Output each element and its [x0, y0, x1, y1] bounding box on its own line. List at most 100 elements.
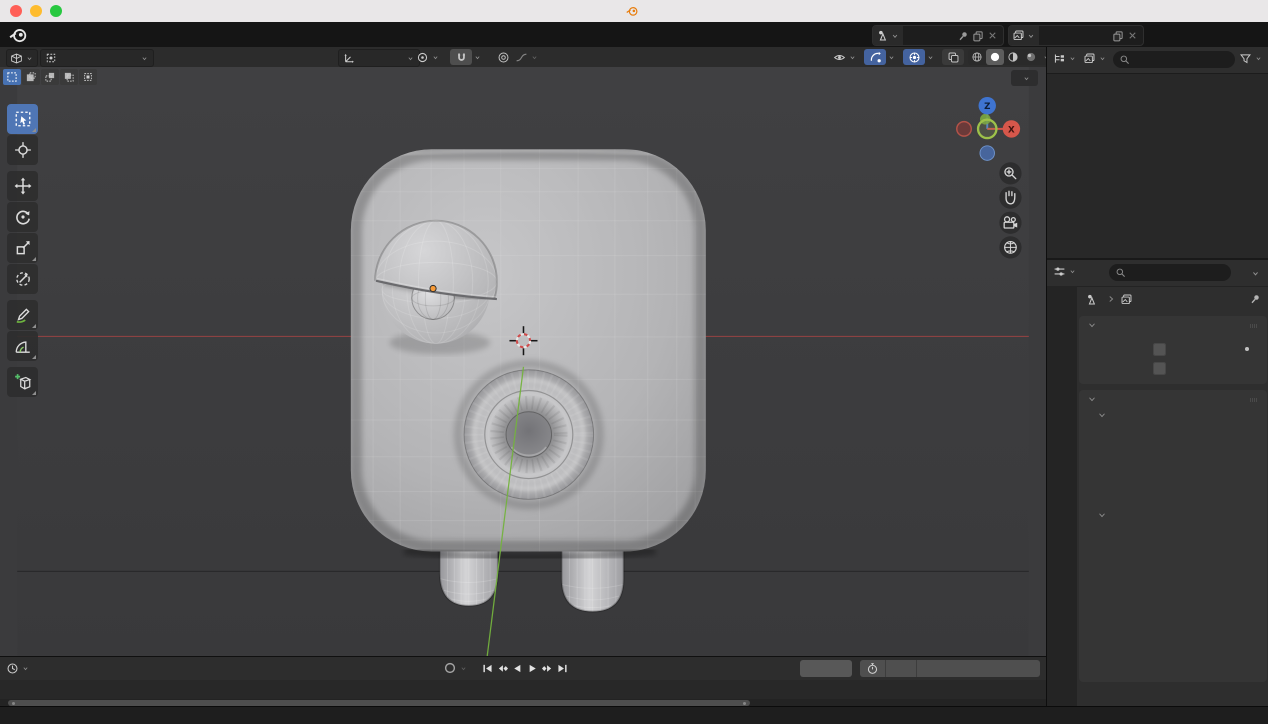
- show-gizmo-dropdown[interactable]: [833, 49, 861, 65]
- select-mode-new[interactable]: [3, 69, 21, 85]
- view-layer-selector[interactable]: [1008, 25, 1144, 46]
- tool-move[interactable]: [7, 171, 38, 201]
- tool-rotate[interactable]: [7, 202, 38, 232]
- chevron-down-icon: [1068, 54, 1077, 63]
- new-view-layer-icon[interactable]: [1112, 30, 1124, 42]
- animate-dot[interactable]: [1245, 347, 1249, 351]
- checkbox[interactable]: [1153, 343, 1166, 356]
- outliner-filter-button[interactable]: [1239, 52, 1263, 65]
- view-layer-panel-header[interactable]: [1079, 316, 1267, 334]
- new-scene-icon[interactable]: [972, 30, 984, 42]
- outliner-search[interactable]: [1113, 51, 1235, 68]
- shading-solid-button[interactable]: [986, 49, 1004, 65]
- proportional-falloff-dropdown[interactable]: [515, 49, 541, 65]
- view-layer-browse-button[interactable]: [1009, 26, 1039, 45]
- xray-toggle[interactable]: [942, 49, 964, 65]
- gizmo-neg-x-ball[interactable]: [957, 122, 972, 137]
- pin-icon[interactable]: [1249, 293, 1261, 305]
- frame-start-field[interactable]: [886, 660, 916, 677]
- play-button[interactable]: [525, 660, 540, 676]
- scene-icon: [876, 29, 889, 42]
- jump-to-end-button[interactable]: [555, 660, 570, 676]
- checkbox[interactable]: [1153, 362, 1166, 375]
- passes-panel-header[interactable]: [1079, 390, 1267, 408]
- grip-icon[interactable]: [1247, 322, 1259, 330]
- pan-view-button[interactable]: [999, 186, 1021, 208]
- select-mode-subtract[interactable]: [41, 69, 59, 85]
- playback-controls: [480, 660, 570, 676]
- funnel-icon: [1239, 52, 1252, 65]
- object-origin-dot: [430, 285, 436, 291]
- checkbox-row-use-for-render[interactable]: [1153, 342, 1173, 356]
- auto-keying-toggle[interactable]: [443, 660, 468, 676]
- gizmo-neg-z-ball[interactable]: [980, 146, 995, 161]
- frame-end-field[interactable]: [917, 660, 947, 677]
- tool-options-button[interactable]: [1011, 70, 1038, 86]
- wireframe-icon: [971, 51, 983, 63]
- gizmos-dropdown[interactable]: [887, 49, 899, 65]
- snap-toggle[interactable]: [450, 49, 472, 65]
- remove-view-layer-icon[interactable]: [1127, 30, 1138, 41]
- checkbox-row-render-single-layer[interactable]: [1153, 361, 1173, 375]
- chevron-down-icon: [21, 664, 30, 673]
- tool-measure[interactable]: [7, 331, 38, 361]
- jump-to-start-button[interactable]: [480, 660, 495, 676]
- pivot-point-dropdown[interactable]: [416, 49, 444, 65]
- tool-scale[interactable]: [7, 233, 38, 263]
- select-mode-extend[interactable]: [22, 69, 40, 85]
- tool-transform[interactable]: [7, 264, 38, 294]
- use-preview-range-button[interactable]: [860, 660, 885, 677]
- chevron-down-icon[interactable]: [1250, 268, 1261, 279]
- tool-annotate[interactable]: [7, 300, 38, 330]
- blender-logo-icon[interactable]: [9, 26, 27, 44]
- shading-material-button[interactable]: [1004, 49, 1022, 65]
- properties-search[interactable]: [1109, 264, 1231, 281]
- camera-view-button[interactable]: [999, 212, 1021, 234]
- properties-editor-type-button[interactable]: [1053, 265, 1077, 278]
- select-mode-intersect[interactable]: [79, 69, 97, 85]
- character-torus[interactable]: [458, 364, 599, 505]
- mode-dropdown[interactable]: [40, 49, 154, 67]
- timeline-editor-type-button[interactable]: [6, 660, 30, 676]
- shading-rendered-button[interactable]: [1022, 49, 1040, 65]
- zoom-view-button[interactable]: [999, 162, 1021, 184]
- tool-select-box[interactable]: [7, 104, 38, 134]
- grip-icon[interactable]: [1247, 396, 1259, 404]
- proportional-editing-toggle[interactable]: [492, 49, 514, 65]
- gizmos-toggle[interactable]: [864, 49, 886, 65]
- shading-wireframe-button[interactable]: [968, 49, 986, 65]
- play-reverse-button[interactable]: [510, 660, 525, 676]
- properties-search-input[interactable]: [1130, 267, 1210, 279]
- overlays-toggle[interactable]: [903, 49, 925, 65]
- scene-selector[interactable]: [872, 25, 1004, 46]
- character-body[interactable]: [351, 149, 706, 557]
- snap-settings-dropdown[interactable]: [473, 49, 485, 65]
- light-section-header[interactable]: [1097, 510, 1111, 520]
- outliner-filter-id-button[interactable]: [1083, 52, 1107, 65]
- select-mode-invert[interactable]: [60, 69, 78, 85]
- tool-add-cube[interactable]: [7, 367, 38, 397]
- transform-orientation-dropdown[interactable]: [338, 49, 420, 67]
- outliner-search-input[interactable]: [1134, 54, 1214, 66]
- chevron-down-icon: [887, 53, 896, 62]
- scene-browse-button[interactable]: [873, 26, 903, 45]
- record-circle-icon: [443, 661, 457, 675]
- gizmo-icon: [869, 51, 882, 64]
- overlays-dropdown[interactable]: [926, 49, 938, 65]
- pin-icon[interactable]: [957, 30, 969, 42]
- current-frame-field[interactable]: [800, 660, 852, 677]
- tool-cursor[interactable]: [7, 135, 38, 165]
- prev-keyframe-button[interactable]: [495, 660, 510, 676]
- outliner-display-mode-button[interactable]: [1053, 52, 1077, 65]
- unlink-scene-icon[interactable]: [987, 30, 998, 41]
- gizmo-y-ring[interactable]: [978, 120, 996, 138]
- timeline-ruler[interactable]: [0, 680, 1046, 699]
- gizmo-z-label: Z: [984, 102, 990, 112]
- next-keyframe-button[interactable]: [540, 660, 555, 676]
- orthographic-view-button[interactable]: [999, 236, 1021, 258]
- chevron-down-icon: [140, 54, 149, 63]
- right-panel: [1046, 47, 1268, 706]
- editor-type-button[interactable]: [6, 49, 38, 67]
- data-section-header[interactable]: [1097, 410, 1111, 420]
- 3d-viewport[interactable]: Z X: [0, 67, 1046, 656]
